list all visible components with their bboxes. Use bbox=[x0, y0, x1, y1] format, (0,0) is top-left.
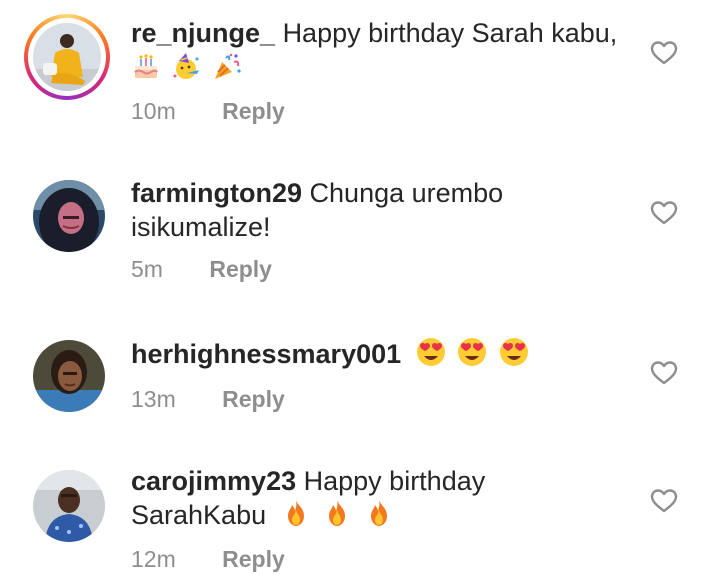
avatar bbox=[33, 340, 105, 412]
fire-emoji bbox=[282, 498, 310, 536]
comment-meta: 5m Reply bbox=[131, 256, 621, 283]
comment-text: re_njunge_ Happy birthday Sarah kabu, bbox=[131, 16, 621, 50]
avatar-wrap[interactable] bbox=[24, 178, 110, 264]
avatar bbox=[33, 180, 105, 252]
birthday-cake-emoji bbox=[131, 52, 161, 87]
comment-body: Happy birthday Sarah kabu, bbox=[282, 18, 618, 48]
comment-text: farmington29 Chunga urembo isikumalize! bbox=[131, 176, 621, 244]
heart-outline-icon[interactable] bbox=[650, 360, 678, 386]
comment-emoji-row bbox=[131, 52, 621, 86]
comment-meta: 12m Reply bbox=[131, 546, 621, 573]
heart-eyes-emoji bbox=[498, 336, 530, 376]
reply-button[interactable]: Reply bbox=[222, 386, 285, 413]
party-popper-emoji bbox=[212, 52, 242, 87]
fire-emoji bbox=[365, 498, 393, 536]
comment-timestamp: 10m bbox=[131, 98, 176, 124]
avatar bbox=[33, 470, 105, 542]
heart-outline-icon[interactable] bbox=[650, 200, 678, 226]
comment-text: carojimmy23 Happy birthday SarahKabu bbox=[131, 464, 621, 536]
heart-eyes-emoji bbox=[415, 336, 447, 376]
comment-username[interactable]: re_njunge_ bbox=[131, 18, 275, 48]
heart-outline-icon[interactable] bbox=[650, 40, 678, 66]
comment-username[interactable]: farmington29 bbox=[131, 178, 302, 208]
avatar-wrap[interactable] bbox=[24, 338, 110, 424]
comment-timestamp: 5m bbox=[131, 256, 163, 282]
comment-timestamp: 12m bbox=[131, 546, 176, 572]
party-face-emoji bbox=[171, 52, 201, 87]
reply-button[interactable]: Reply bbox=[222, 546, 285, 573]
reply-button[interactable]: Reply bbox=[222, 98, 285, 125]
avatar-story-ring[interactable] bbox=[24, 14, 110, 100]
reply-button[interactable]: Reply bbox=[209, 256, 272, 283]
comment-username[interactable]: herhighnessmary001 bbox=[131, 339, 401, 369]
comment-meta: 10m Reply bbox=[131, 98, 621, 125]
comment-username[interactable]: carojimmy23 bbox=[131, 466, 296, 496]
comment-text: herhighnessmary001 bbox=[131, 336, 621, 376]
avatar bbox=[33, 23, 101, 91]
comment-meta: 13m Reply bbox=[131, 386, 621, 413]
comment-timestamp: 13m bbox=[131, 386, 176, 412]
fire-emoji bbox=[323, 498, 351, 536]
heart-outline-icon[interactable] bbox=[650, 488, 678, 514]
heart-eyes-emoji bbox=[456, 336, 488, 376]
avatar-wrap[interactable] bbox=[24, 468, 110, 554]
